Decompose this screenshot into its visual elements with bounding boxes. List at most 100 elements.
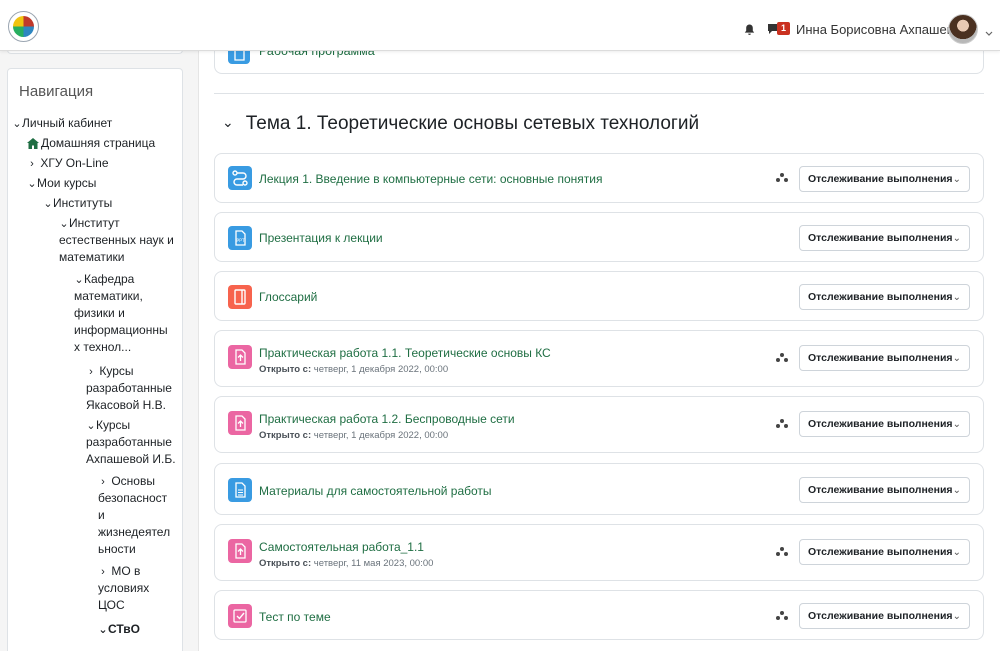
nav-item-bzhd-line5[interactable]: ьности bbox=[98, 541, 136, 558]
page-icon bbox=[228, 478, 252, 507]
activity-title[interactable]: Глоссарий bbox=[259, 290, 317, 304]
nav-item-mo-line2[interactable]: условиях bbox=[98, 580, 149, 597]
chevron-right-icon: › bbox=[101, 476, 105, 488]
group-mode-icon[interactable] bbox=[775, 171, 789, 190]
chevron-down-icon: ⌄ bbox=[952, 485, 961, 496]
activity-opened-date: Открыто с: четверг, 1 декабря 2022, 00:0… bbox=[259, 364, 449, 375]
nav-item-department-line2[interactable]: математики, bbox=[74, 288, 143, 305]
nav-item-my-courses[interactable]: ⌄Мои курсы bbox=[27, 175, 96, 193]
nav-item-department-line4[interactable]: информационны bbox=[74, 322, 168, 339]
navigation-block: Навигация ⌄Личный кабинет Домашняя стран… bbox=[7, 68, 183, 651]
message-count-badge: 1 bbox=[777, 22, 790, 35]
user-name[interactable]: Инна Борисовна Ахпашева bbox=[796, 22, 961, 37]
chevron-right-icon: › bbox=[30, 158, 34, 170]
glossary-icon bbox=[228, 285, 252, 314]
nav-item-institute-line3[interactable]: математики bbox=[59, 249, 125, 266]
group-mode-icon[interactable] bbox=[775, 545, 789, 564]
chevron-down-icon: ⌄ bbox=[952, 174, 961, 185]
completion-tracking-dropdown[interactable]: Отслеживание выполнения ⌄ bbox=[799, 225, 970, 251]
chevron-down-icon: ⌄ bbox=[952, 547, 961, 558]
chevron-down-icon: ⌄ bbox=[952, 353, 961, 364]
chevron-down-icon[interactable]: ⌄ bbox=[222, 114, 234, 131]
nav-item-mo[interactable]: › МО в bbox=[98, 563, 140, 581]
completion-tracking-dropdown[interactable]: Отслеживание выполнения ⌄ bbox=[799, 603, 970, 629]
activity-title[interactable]: Самостоятельная работа_1.1 bbox=[259, 540, 424, 554]
nav-item-department-line5[interactable]: х технол... bbox=[74, 339, 131, 356]
activity-title[interactable]: Материалы для самостоятельной работы bbox=[259, 484, 492, 498]
activity-quiz[interactable]: Тест по теме Отслеживание выполнения ⌄ bbox=[214, 590, 984, 640]
group-mode-icon[interactable] bbox=[775, 351, 789, 370]
section-title[interactable]: ⌄ Тема 1. Теоретические основы сетевых те… bbox=[222, 113, 699, 135]
nav-item-department-line3[interactable]: физики и bbox=[74, 305, 125, 322]
assignment-icon bbox=[228, 539, 252, 568]
quiz-icon bbox=[228, 604, 252, 633]
activity-opened-date: Открыто с: четверг, 11 мая 2023, 00:00 bbox=[259, 558, 434, 569]
lesson-icon bbox=[228, 166, 252, 195]
activity-self-study-1-1[interactable]: Самостоятельная работа_1.1 Открыто с: че… bbox=[214, 524, 984, 581]
activity-title[interactable]: Лекция 1. Введение в компьютерные сети: … bbox=[259, 172, 602, 186]
nav-item-courses-akhpasheva[interactable]: ⌄Курсы bbox=[86, 417, 130, 435]
nav-item-home[interactable]: Домашняя страница bbox=[27, 135, 155, 154]
nav-item-bzhd-line2[interactable]: безопасност bbox=[98, 490, 167, 507]
activity-glossary[interactable]: Глоссарий Отслеживание выполнения ⌄ bbox=[214, 271, 984, 321]
activity-title[interactable]: Тест по теме bbox=[259, 610, 331, 624]
nav-item-dashboard[interactable]: ⌄Личный кабинет bbox=[12, 115, 112, 133]
nav-item-courses-yakasova[interactable]: › Курсы bbox=[86, 363, 133, 381]
bell-icon[interactable] bbox=[744, 23, 755, 41]
chevron-down-icon: ⌄ bbox=[952, 611, 961, 622]
activity-title[interactable]: Практическая работа 1.1. Теоретические о… bbox=[259, 346, 551, 360]
file-icon: PPT bbox=[228, 226, 252, 255]
nav-item-courses-yakasova-line2[interactable]: разработанные bbox=[86, 380, 172, 397]
chevron-down-icon: ⌄ bbox=[27, 178, 37, 190]
activity-title[interactable]: Практическая работа 1.2. Беспроводные се… bbox=[259, 412, 515, 426]
top-navbar: 1 Инна Борисовна Ахпашева bbox=[0, 0, 1000, 51]
chevron-down-icon: ⌄ bbox=[98, 624, 108, 636]
chevron-down-icon: ⌄ bbox=[74, 274, 84, 286]
assignment-icon bbox=[228, 411, 252, 440]
avatar[interactable] bbox=[948, 14, 978, 44]
nav-item-bzhd[interactable]: › Основы bbox=[98, 473, 155, 491]
chevron-down-icon: ⌄ bbox=[952, 233, 961, 244]
activity-materials[interactable]: Материалы для самостоятельной работы Отс… bbox=[214, 463, 984, 515]
nav-item-courses-akhpasheva-line3[interactable]: Ахпашевой И.Б. bbox=[86, 451, 176, 468]
nav-item-mo-line3[interactable]: ЦОС bbox=[98, 597, 125, 614]
nav-item-courses-yakasova-line3[interactable]: Якасовой Н.В. bbox=[86, 397, 166, 414]
nav-item-courses-akhpasheva-line2[interactable]: разработанные bbox=[86, 434, 172, 451]
activity-presentation[interactable]: PPT Презентация к лекции Отслеживание вы… bbox=[214, 212, 984, 262]
group-mode-icon[interactable] bbox=[775, 609, 789, 628]
nav-item-institute-line2[interactable]: естественных наук и bbox=[59, 232, 174, 249]
chevron-right-icon: › bbox=[89, 366, 93, 378]
chevron-down-icon: ⌄ bbox=[59, 218, 69, 230]
chevron-down-icon: ⌄ bbox=[86, 420, 96, 432]
svg-text:PPT: PPT bbox=[236, 238, 244, 244]
activity-practical-1-1[interactable]: Практическая работа 1.1. Теоретические о… bbox=[214, 330, 984, 387]
chevron-right-icon: › bbox=[101, 566, 105, 578]
activity-lesson-1[interactable]: Лекция 1. Введение в компьютерные сети: … bbox=[214, 153, 984, 203]
completion-tracking-dropdown[interactable]: Отслеживание выполнения ⌄ bbox=[799, 411, 970, 437]
completion-tracking-dropdown[interactable]: Отслеживание выполнения ⌄ bbox=[799, 477, 970, 503]
nav-item-institutes[interactable]: ⌄Институты bbox=[43, 195, 112, 213]
nav-item-bzhd-line3[interactable]: и bbox=[98, 507, 105, 524]
activity-title[interactable]: Презентация к лекции bbox=[259, 231, 383, 245]
chevron-down-icon[interactable] bbox=[985, 24, 993, 42]
assignment-icon bbox=[228, 345, 252, 374]
nav-item-online[interactable]: › ХГУ On-Line bbox=[27, 155, 108, 173]
nav-item-department[interactable]: ⌄Кафедра bbox=[74, 271, 134, 289]
chevron-down-icon: ⌄ bbox=[12, 118, 22, 130]
completion-tracking-dropdown[interactable]: Отслеживание выполнения ⌄ bbox=[799, 284, 970, 310]
activity-practical-1-2[interactable]: Практическая работа 1.2. Беспроводные се… bbox=[214, 396, 984, 453]
group-mode-icon[interactable] bbox=[775, 417, 789, 436]
nav-item-institute[interactable]: ⌄Институт bbox=[59, 215, 119, 233]
home-icon bbox=[27, 137, 39, 154]
completion-tracking-dropdown[interactable]: Отслеживание выполнения ⌄ bbox=[799, 539, 970, 565]
completion-tracking-dropdown[interactable]: Отслеживание выполнения ⌄ bbox=[799, 345, 970, 371]
nav-item-bzhd-line4[interactable]: жизнедеятел bbox=[98, 524, 170, 541]
chevron-down-icon: ⌄ bbox=[952, 419, 961, 430]
completion-tracking-dropdown[interactable]: Отслеживание выполнения ⌄ bbox=[799, 166, 970, 192]
navigation-heading: Навигация bbox=[19, 83, 94, 100]
site-logo[interactable] bbox=[8, 11, 39, 42]
chevron-down-icon: ⌄ bbox=[43, 198, 53, 210]
nav-item-stvo[interactable]: ⌄СТвО bbox=[98, 621, 140, 639]
chevron-down-icon: ⌄ bbox=[952, 292, 961, 303]
section-divider bbox=[214, 93, 984, 94]
